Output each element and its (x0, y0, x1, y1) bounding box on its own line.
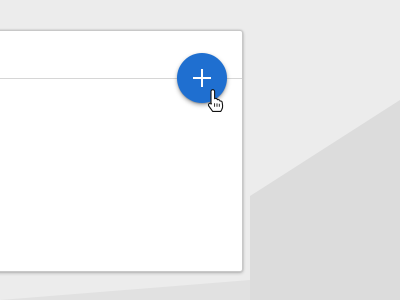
plus-icon (193, 69, 211, 87)
add-button[interactable] (177, 53, 227, 103)
